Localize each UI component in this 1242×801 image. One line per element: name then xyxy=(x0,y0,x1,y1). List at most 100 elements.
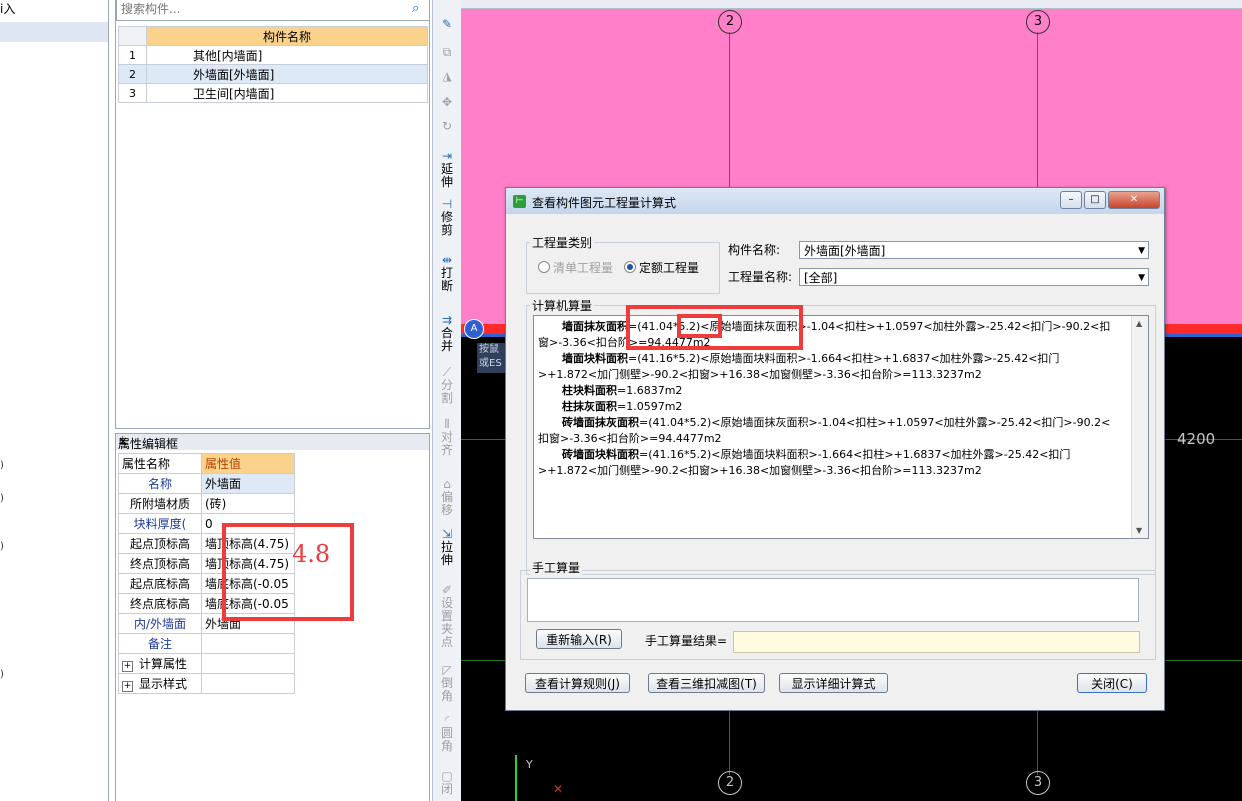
property-value[interactable] xyxy=(201,633,295,654)
calc-line: 砖墙面抹灰面积=(41.04*5.2)<原始墙面抹灰面积>-1.04<扣柱>+1… xyxy=(538,415,1113,447)
expand-icon[interactable]: + xyxy=(122,661,133,672)
property-row[interactable]: 名称 外墙面 xyxy=(118,473,295,494)
calc-key: 柱块料面积 xyxy=(562,384,617,397)
scroll-down-icon[interactable]: ▼ xyxy=(1136,526,1142,535)
property-panel-titlebar: 属性编辑框 ⊥ × xyxy=(115,433,430,451)
property-group[interactable]: + 计算属性 xyxy=(118,653,202,674)
property-name: 起点顶标高 xyxy=(118,533,202,554)
align-tool[interactable]: ⫴ 对齐 xyxy=(436,418,458,457)
property-row[interactable]: 所附墙材质 (砖) xyxy=(118,493,295,514)
reinput-button[interactable]: 重新输入(R) xyxy=(536,629,622,649)
row-number: 3 xyxy=(118,83,147,103)
component-name[interactable]: 卫生间[内墙面] xyxy=(146,83,428,103)
property-row[interactable]: 备注 xyxy=(118,633,295,654)
tool-label: 倒角 xyxy=(440,676,453,703)
tool-label: 对齐 xyxy=(440,430,453,457)
manual-result-field[interactable] xyxy=(733,631,1140,653)
set-point-tool[interactable]: ✐ 设置夹点 xyxy=(436,584,458,649)
expand-icon[interactable]: + xyxy=(122,681,133,692)
grid-line xyxy=(729,700,730,775)
dimension-label: 4200 xyxy=(1177,430,1216,448)
vertical-scrollbar[interactable]: ▲ ▼ xyxy=(1131,316,1148,538)
left-mark: ) xyxy=(0,493,4,504)
edit-toolbar: ✎ ⧉ ◮ ✥ ↻ ⇥ 延伸 ⊣ 修剪 ⇹ 打断 ⇉ 合并 ⟋ 分割 ⫴ 对齐 ⌂ 偏移 ⇲ 拉… xyxy=(432,0,462,801)
hint-tooltip: 按鼠或ES xyxy=(477,343,507,373)
close-icon[interactable]: × xyxy=(118,434,425,448)
grid-line xyxy=(1161,660,1242,661)
dialog-title: 查看构件图元工程量计算式 xyxy=(532,196,677,210)
stretch-tool[interactable]: ⇲ 拉伸 xyxy=(436,528,458,567)
axis-label-bottom: 2 xyxy=(718,771,742,795)
annotation-number: 4.8 xyxy=(292,540,331,568)
move-tool[interactable]: ✥ xyxy=(436,96,458,109)
offset-tool[interactable]: ⌂ 偏移 xyxy=(436,478,458,517)
property-group[interactable]: + 显示样式 xyxy=(118,673,202,694)
calc-formula: =1.6837m2 xyxy=(617,384,683,397)
qty-name-select[interactable]: [全部] ▼ xyxy=(799,268,1149,286)
column-header-name: 属性名称 xyxy=(118,453,202,474)
trim-tool[interactable]: ⊣ 修剪 xyxy=(436,198,458,237)
close-button[interactable]: 关闭(C) xyxy=(1077,673,1147,693)
property-group-row[interactable]: + 计算属性 xyxy=(118,653,295,674)
table-row[interactable]: 2 外墙面[外墙面] xyxy=(118,64,428,84)
radio-label: 定额工程量 xyxy=(639,261,700,275)
rotate-tool[interactable]: ↻ xyxy=(436,120,458,133)
property-value[interactable]: (砖) xyxy=(201,493,295,514)
component-name[interactable]: 外墙面[外墙面] xyxy=(146,64,428,84)
axis-label-top: 2 xyxy=(718,10,742,34)
property-name: 备注 xyxy=(118,633,202,654)
table-row[interactable]: 1 其他[内墙面] xyxy=(118,45,428,65)
manual-calc-label: 手工算量 xyxy=(530,559,583,576)
component-name-select[interactable]: 外墙面[外墙面] ▼ xyxy=(799,241,1149,259)
tool-label: 分割 xyxy=(440,378,453,405)
property-value[interactable]: 外墙面 xyxy=(201,473,295,494)
copy-tool[interactable]: ⧉ xyxy=(436,46,458,59)
property-name: 名称 xyxy=(118,473,202,494)
extend-tool[interactable]: ⇥ 延伸 xyxy=(436,150,458,189)
tool-label: 偏移 xyxy=(440,490,453,517)
merge-tool[interactable]: ⇉ 合并 xyxy=(436,314,458,353)
fillet-tool[interactable]: ◜ 圆角 xyxy=(436,714,458,753)
left-selected-row[interactable] xyxy=(0,22,108,42)
component-table: 构件名称 1 其他[内墙面] 2 外墙面[外墙面] 3 卫生间[内墙面] xyxy=(118,26,428,103)
table-row[interactable]: 3 卫生间[内墙面] xyxy=(118,83,428,103)
list-qty-radio[interactable]: 清单工程量 xyxy=(538,259,613,276)
quantity-formula-dialog: ⊢ 查看构件图元工程量计算式 – □ ✕ 工程量类别 清单工程量 定额工程量 构… xyxy=(505,187,1165,711)
tool-label: 圆角 xyxy=(440,726,453,753)
column-header-component-name[interactable]: 构件名称 xyxy=(146,26,428,46)
manual-result-label: 手工算量结果= xyxy=(645,634,728,648)
window-close-button[interactable]: ✕ xyxy=(1108,191,1160,209)
property-group-row[interactable]: + 显示样式 xyxy=(118,673,295,694)
mirror-icon: ◮ xyxy=(442,69,452,83)
view-rules-button[interactable]: 查看计算规则(J) xyxy=(525,673,630,693)
highlight-box xyxy=(222,523,354,621)
component-name[interactable]: 其他[内墙面] xyxy=(146,45,428,65)
show-detail-button[interactable]: 显示详细计算式 xyxy=(779,673,888,693)
mirror-tool[interactable]: ◮ xyxy=(436,70,458,83)
tool-label: 打断 xyxy=(440,266,453,293)
manual-calc-input[interactable] xyxy=(527,578,1139,622)
quota-qty-radio[interactable]: 定额工程量 xyxy=(624,259,699,276)
pencil-tool[interactable]: ✎ xyxy=(436,18,458,31)
search-icon[interactable]: ⌕ xyxy=(412,2,426,16)
calc-formula: =1.0597m2 xyxy=(617,400,683,413)
table-corner xyxy=(118,26,147,46)
split-tool[interactable]: ⟋ 分割 xyxy=(436,366,458,405)
calc-line: 墙面抹灰面积=(41.04*5.2)<原始墙面抹灰面积>-1.04<扣柱>+1.… xyxy=(538,319,1113,351)
axis-label-bottom: 3 xyxy=(1026,771,1050,795)
search-input[interactable] xyxy=(117,0,405,18)
tool-label: 延伸 xyxy=(440,162,453,189)
calc-key: 柱抹灰面积 xyxy=(562,400,617,413)
tool-label: 修剪 xyxy=(440,210,453,237)
scroll-up-icon[interactable]: ▲ xyxy=(1136,319,1142,328)
calc-line: 柱块料面积=1.6837m2 xyxy=(538,383,1113,399)
close-tool[interactable]: ▢ 闭 xyxy=(436,770,458,796)
grid-line xyxy=(1037,700,1038,775)
view-3d-button[interactable]: 查看三维扣减图(T) xyxy=(648,673,765,693)
minimize-button[interactable]: – xyxy=(1060,191,1082,209)
grid-line xyxy=(461,439,505,440)
chamfer-tool[interactable]: ◸ 倒角 xyxy=(436,664,458,703)
maximize-button[interactable]: □ xyxy=(1084,191,1106,209)
break-tool[interactable]: ⇹ 打断 xyxy=(436,254,458,293)
dialog-titlebar[interactable]: ⊢ 查看构件图元工程量计算式 – □ ✕ xyxy=(506,188,1164,214)
